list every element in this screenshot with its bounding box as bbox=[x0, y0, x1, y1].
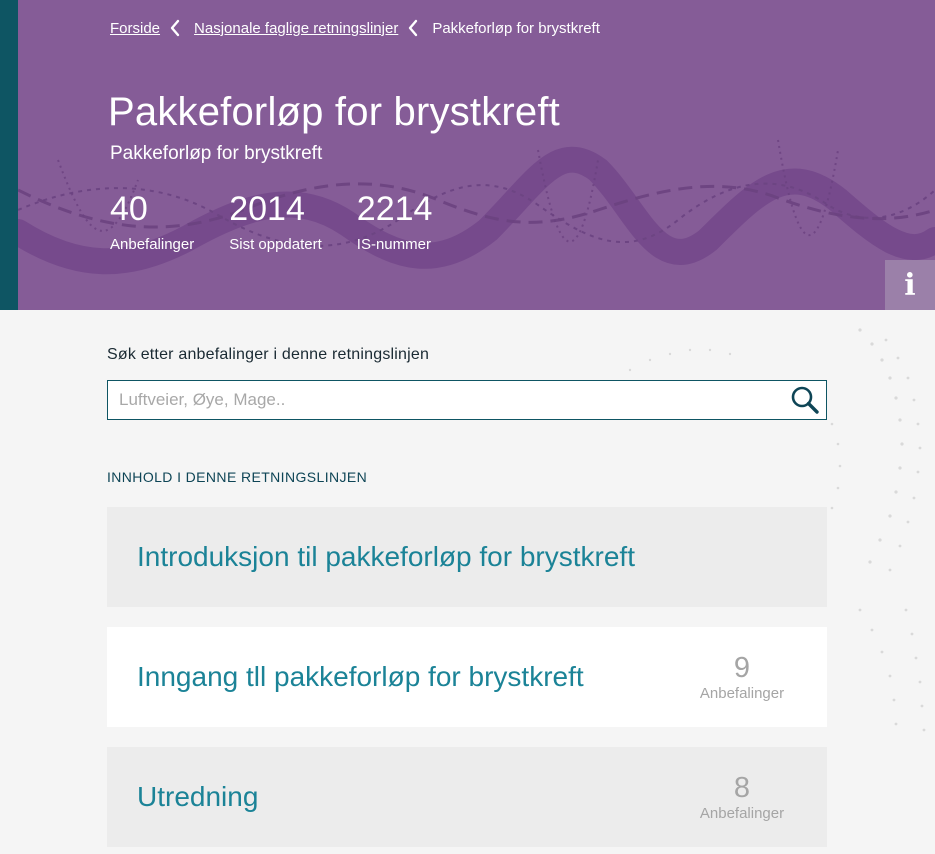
breadcrumb-link-guidelines[interactable]: Nasjonale faglige retningslinjer bbox=[194, 20, 398, 37]
page-subtitle: Pakkeforløp for brystkreft bbox=[110, 143, 323, 164]
info-icon: i bbox=[904, 267, 916, 303]
stat-recommendations: 40 Anbefalinger bbox=[110, 190, 194, 253]
breadcrumb: Forside Nasjonale faglige retningslinjer… bbox=[110, 18, 600, 38]
page-header: Forside Nasjonale faglige retningslinjer… bbox=[0, 0, 935, 310]
recommendation-count: 9 Anbefalinger bbox=[687, 653, 797, 702]
header-accent-stripe bbox=[0, 0, 18, 310]
content-card-assessment[interactable]: Utredning 8 Anbefalinger bbox=[107, 747, 827, 847]
count-value: 9 bbox=[733, 652, 751, 684]
chevron-left-icon bbox=[170, 19, 184, 37]
guideline-stats: 40 Anbefalinger 2014 Sist oppdatert 2214… bbox=[110, 190, 432, 253]
contents-heading: INNHOLD I DENNE RETNINGSLINJEN bbox=[107, 469, 368, 485]
content-card-introduction[interactable]: Introduksjon til pakkeforløp for brystkr… bbox=[107, 507, 827, 607]
stat-last-updated: 2014 Sist oppdatert bbox=[229, 190, 322, 253]
content-card-entry[interactable]: Inngang tll pakkeforløp for brystkreft 9… bbox=[107, 627, 827, 727]
stat-label: Sist oppdatert bbox=[229, 236, 322, 253]
search-box bbox=[107, 380, 827, 420]
info-button[interactable]: i bbox=[885, 260, 935, 310]
card-title: Utredning bbox=[137, 781, 259, 812]
stat-value: 40 bbox=[110, 190, 148, 228]
count-label: Anbefalinger bbox=[699, 805, 785, 822]
page-title: Pakkeforløp for brystkreft bbox=[108, 90, 560, 134]
card-title: Inngang tll pakkeforløp for brystkreft bbox=[137, 661, 584, 692]
chevron-left-icon bbox=[408, 19, 422, 37]
stat-label: Anbefalinger bbox=[110, 236, 195, 253]
search-input[interactable] bbox=[108, 381, 778, 419]
stat-label: IS-nummer bbox=[356, 236, 431, 253]
recommendation-count: 8 Anbefalinger bbox=[687, 773, 797, 822]
search-button[interactable] bbox=[788, 383, 822, 417]
count-value: 8 bbox=[733, 772, 751, 804]
card-title: Introduksjon til pakkeforløp for brystkr… bbox=[137, 541, 635, 572]
stat-is-number: 2214 IS-nummer bbox=[357, 190, 433, 253]
stat-value: 2014 bbox=[229, 190, 305, 228]
breadcrumb-link-home[interactable]: Forside bbox=[110, 20, 160, 37]
count-label: Anbefalinger bbox=[699, 685, 785, 702]
search-label: Søk etter anbefalinger i denne retningsl… bbox=[107, 346, 430, 363]
search-icon bbox=[791, 386, 819, 414]
stat-value: 2214 bbox=[356, 190, 433, 228]
breadcrumb-current: Pakkeforløp for brystkreft bbox=[432, 19, 600, 37]
